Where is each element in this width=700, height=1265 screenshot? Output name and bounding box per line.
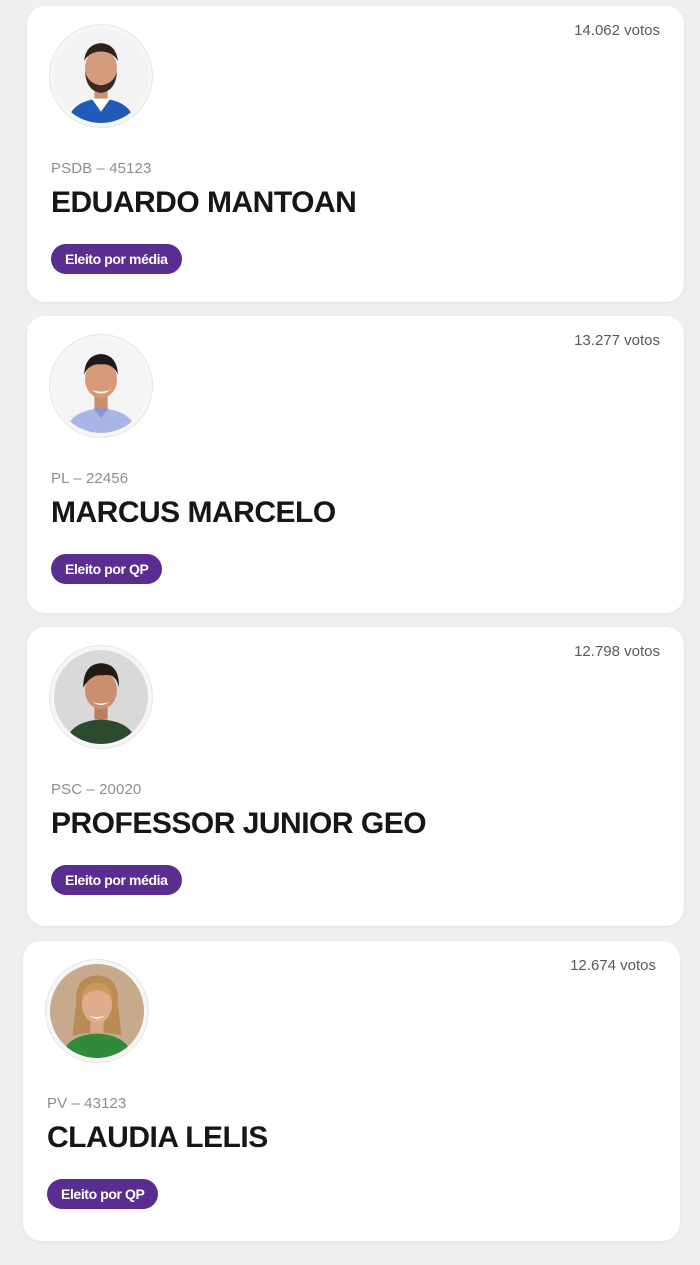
vote-count: 12.674 votos bbox=[570, 957, 656, 974]
status-badge: Eleito por QP bbox=[47, 1179, 159, 1209]
party-number: PSDB – 45123 bbox=[51, 160, 152, 177]
status-badge: Eleito por média bbox=[51, 244, 182, 274]
candidate-card[interactable]: 13.277 votos PL – 22456 MARCUS MARCELO E… bbox=[27, 316, 684, 613]
candidate-name: MARCUS MARCELO bbox=[51, 496, 336, 529]
vote-count: 14.062 votos bbox=[574, 22, 660, 39]
candidate-photo bbox=[49, 645, 153, 749]
party-number: PV – 43123 bbox=[47, 1095, 127, 1112]
candidate-photo bbox=[49, 334, 153, 438]
candidate-name: CLAUDIA LELIS bbox=[47, 1121, 268, 1154]
vote-count: 12.798 votos bbox=[574, 643, 660, 660]
candidate-photo bbox=[49, 24, 153, 128]
candidate-card[interactable]: 12.798 votos PSC – 20020 PROFESSOR JUNIO… bbox=[27, 627, 684, 926]
candidate-card[interactable]: 12.674 votos PV – 43123 CLAUDIA LELIS El… bbox=[23, 941, 680, 1241]
candidate-photo bbox=[45, 959, 149, 1063]
candidate-name: PROFESSOR JUNIOR GEO bbox=[51, 807, 427, 840]
status-badge: Eleito por QP bbox=[51, 554, 163, 584]
vote-count: 13.277 votos bbox=[574, 332, 660, 349]
status-badge: Eleito por média bbox=[51, 865, 182, 895]
party-number: PL – 22456 bbox=[51, 470, 129, 487]
party-number: PSC – 20020 bbox=[51, 781, 142, 798]
candidate-card[interactable]: 14.062 votos PSDB – 45123 EDUARDO MANTOA… bbox=[27, 6, 684, 302]
candidate-name: EDUARDO MANTOAN bbox=[51, 186, 357, 219]
